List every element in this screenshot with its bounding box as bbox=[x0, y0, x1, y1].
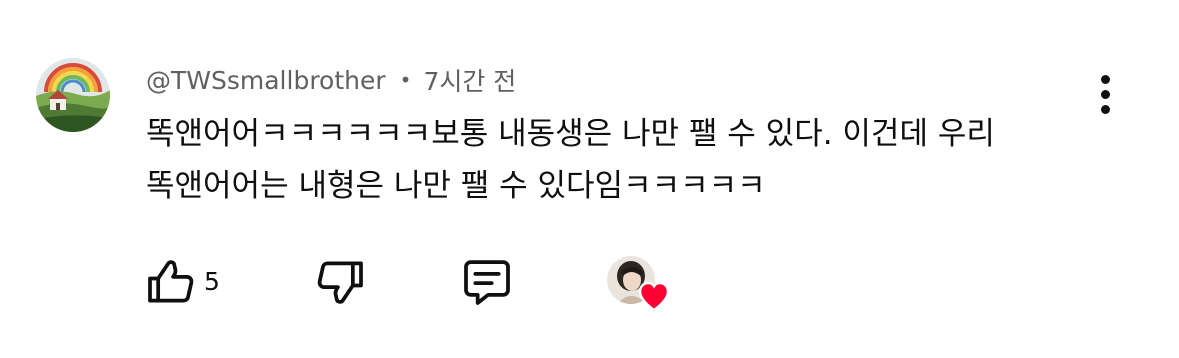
thumbs-up-icon bbox=[148, 260, 194, 303]
comment-text-line: 똑앤어어는 내형은 나만 팰 수 있다임ㅋㅋㅋㅋㅋ bbox=[146, 168, 766, 204]
dislike-button[interactable] bbox=[312, 254, 368, 310]
author-avatar[interactable] bbox=[36, 58, 110, 132]
thumbs-down-icon bbox=[317, 261, 363, 304]
meta-separator: • bbox=[399, 68, 412, 92]
like-count: 5 bbox=[204, 267, 220, 296]
comment-time[interactable]: 7시간 전 bbox=[423, 62, 516, 98]
comment-text: 똑앤어어ㅋㅋㅋㅋㅋㅋ보통 내동생은 나만 팰 수 있다. 이건데 우리 똑앤어어… bbox=[146, 108, 1106, 212]
heart-icon bbox=[638, 281, 670, 312]
more-vert-icon bbox=[1101, 75, 1110, 84]
creator-heart-badge bbox=[607, 256, 671, 312]
like-button[interactable] bbox=[143, 254, 199, 310]
comment-text-line: 똑앤어어ㅋㅋㅋㅋㅋㅋ보통 내동생은 나만 팰 수 있다. 이건데 우리 bbox=[146, 116, 995, 152]
reply-button[interactable] bbox=[458, 254, 516, 310]
comment-meta: @TWSsmallbrother • 7시간 전 bbox=[146, 62, 516, 98]
comment-reply-icon bbox=[464, 260, 510, 305]
author-name[interactable]: @TWSsmallbrother bbox=[146, 66, 386, 95]
comment-thread: @TWSsmallbrother • 7시간 전 똑앤어어ㅋㅋㅋㅋㅋㅋ보통 내동… bbox=[0, 0, 1179, 358]
more-vert-icon-dot bbox=[1101, 90, 1110, 99]
